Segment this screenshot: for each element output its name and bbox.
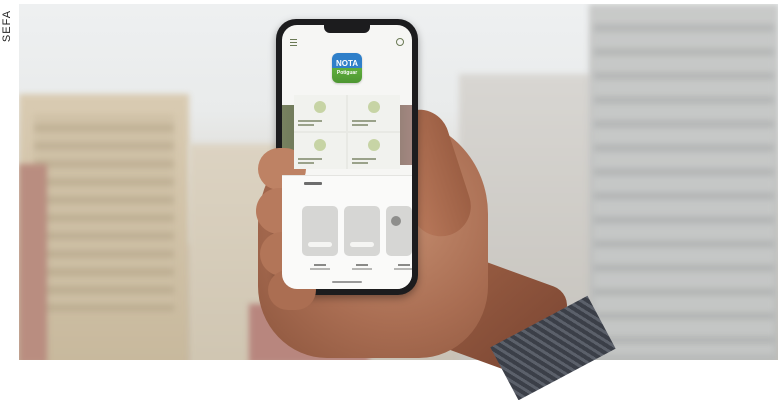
card-button <box>308 242 332 247</box>
menu-icon <box>290 39 297 46</box>
card-button <box>350 242 374 247</box>
tile-icon <box>368 101 380 113</box>
tile-icon <box>314 101 326 113</box>
menu-tile <box>294 133 346 169</box>
menu-tile <box>348 95 400 131</box>
round-icon <box>391 216 401 226</box>
tile-icon <box>314 139 326 151</box>
card-caption <box>302 262 338 272</box>
smartphone: NOTA Potiguar <box>276 19 418 295</box>
tile-label <box>352 120 382 127</box>
tile-icon <box>368 139 380 151</box>
background-building <box>19 164 47 360</box>
background-building-windows <box>594 24 774 354</box>
menu-tile <box>348 133 400 169</box>
app-logo: NOTA Potiguar <box>332 53 362 83</box>
tile-label <box>298 120 328 127</box>
tile-label <box>352 158 382 165</box>
menu-tile-grid <box>294 95 400 169</box>
background-building-windows <box>34 114 174 314</box>
side-caption-text: SEFA <box>1 9 14 43</box>
menu-tile <box>294 95 346 131</box>
card-caption <box>386 262 412 272</box>
prize-card <box>386 206 412 256</box>
sheet-title <box>304 182 334 188</box>
prize-card <box>302 206 338 256</box>
tile-label <box>298 158 328 165</box>
phone-notch <box>324 25 370 33</box>
app-logo-text: NOTA <box>335 59 359 68</box>
card-caption <box>344 262 380 272</box>
home-indicator <box>332 281 362 283</box>
bottom-sheet <box>282 175 412 289</box>
app-logo-subtext: Potiguar <box>336 70 358 76</box>
phone-screen: NOTA Potiguar <box>282 25 412 289</box>
prize-card <box>344 206 380 256</box>
settings-icon <box>396 38 404 46</box>
side-caption: SEFA <box>1 6 17 46</box>
